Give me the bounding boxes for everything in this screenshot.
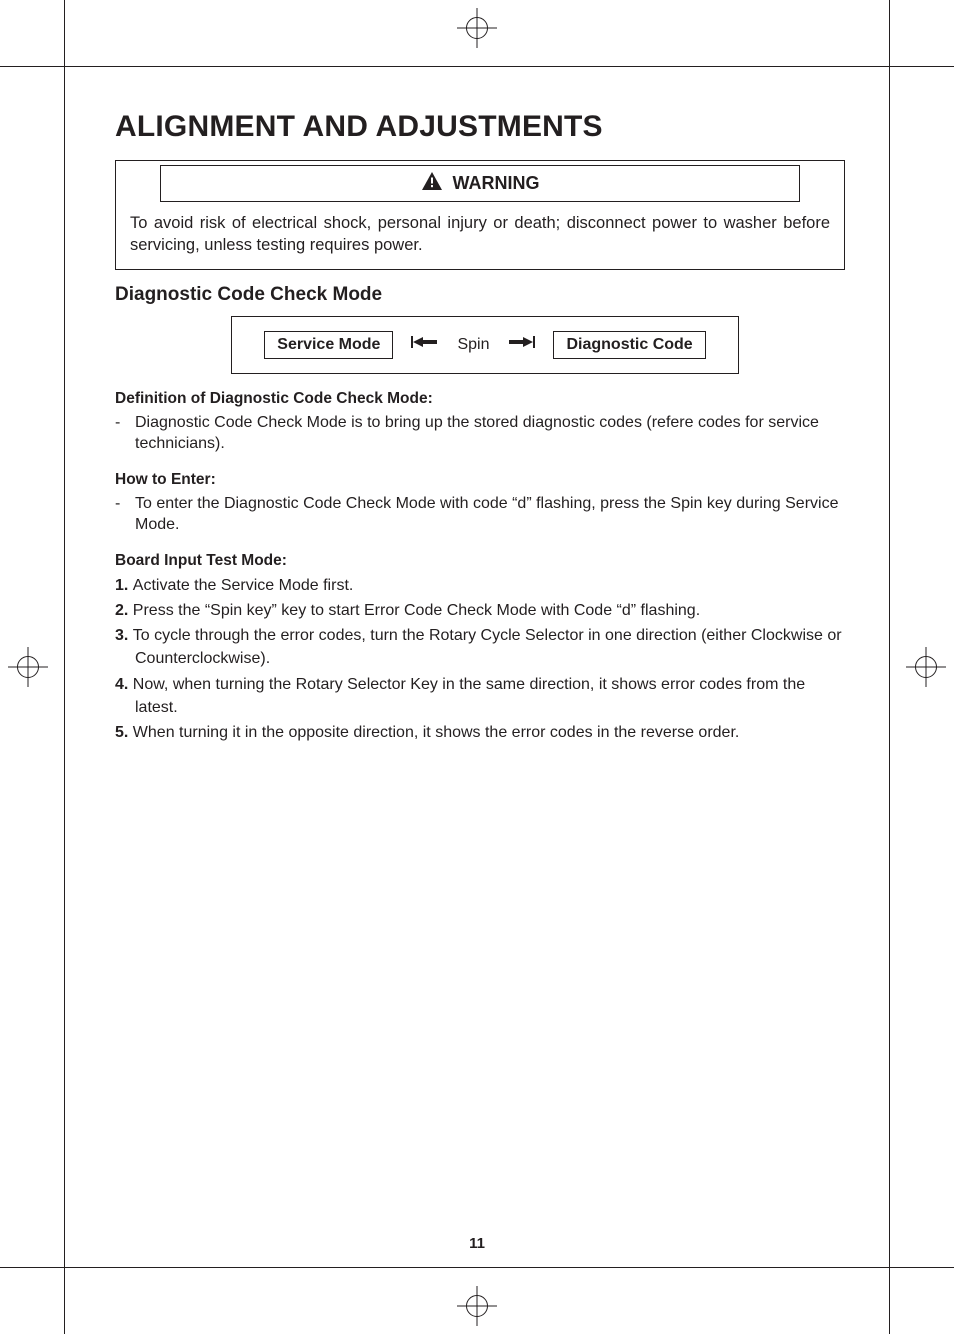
mode-flow-diagram: Service Mode Spin Diagnostic Code (231, 316, 739, 374)
page-title: ALIGNMENT AND ADJUSTMENTS (115, 110, 845, 144)
registration-mark-left-icon (8, 647, 48, 687)
service-mode-box: Service Mode (264, 331, 393, 359)
crop-line-right (889, 0, 890, 1334)
registration-mark-top-icon (457, 8, 497, 48)
content-area: ALIGNMENT AND ADJUSTMENTS WARNING To avo… (115, 110, 845, 746)
how-to-enter-heading: How to Enter: (115, 471, 845, 489)
page-root: ALIGNMENT AND ADJUSTMENTS WARNING To avo… (0, 0, 954, 1334)
crop-line-bottom (0, 1267, 954, 1268)
bullet-dash-icon: - (115, 412, 135, 455)
arrow-left-icon (411, 335, 439, 354)
step-item: 3. To cycle through the error codes, tur… (115, 624, 845, 670)
board-input-steps: 1. Activate the Service Mode first. 2. P… (115, 574, 845, 744)
definition-item: - Diagnostic Code Check Mode is to bring… (115, 412, 845, 455)
crop-line-top (0, 66, 954, 67)
crop-line-left (64, 0, 65, 1334)
how-to-enter-item: - To enter the Diagnostic Code Check Mod… (115, 493, 845, 536)
warning-triangle-icon (421, 171, 443, 196)
step-item: 4. Now, when turning the Rotary Selector… (115, 673, 845, 719)
bullet-dash-icon: - (115, 493, 135, 536)
step-text: Now, when turning the Rotary Selector Ke… (133, 676, 805, 716)
board-input-heading: Board Input Test Mode: (115, 552, 845, 570)
step-text: To cycle through the error codes, turn t… (133, 627, 842, 667)
step-text: Activate the Service Mode first. (133, 577, 354, 594)
arrow-right-icon (507, 335, 535, 354)
warning-text: To avoid risk of electrical shock, perso… (130, 212, 830, 257)
spin-label: Spin (457, 336, 489, 354)
step-item: 2. Press the “Spin key” key to start Err… (115, 599, 845, 622)
diagnostic-code-box: Diagnostic Code (553, 331, 705, 359)
definition-text: Diagnostic Code Check Mode is to bring u… (135, 412, 845, 455)
step-text: When turning it in the opposite directio… (133, 724, 740, 741)
diagnostic-heading: Diagnostic Code Check Mode (115, 284, 845, 306)
warning-heading: WARNING (160, 165, 800, 202)
registration-mark-right-icon (906, 647, 946, 687)
step-item: 5. When turning it in the opposite direc… (115, 721, 845, 744)
warning-label: WARNING (453, 173, 540, 194)
step-text: Press the “Spin key” key to start Error … (133, 602, 700, 619)
definition-heading: Definition of Diagnostic Code Check Mode… (115, 390, 845, 408)
step-item: 1. Activate the Service Mode first. (115, 574, 845, 597)
warning-box: WARNING To avoid risk of electrical shoc… (115, 160, 845, 270)
page-number: 11 (0, 1235, 954, 1252)
registration-mark-bottom-icon (457, 1286, 497, 1326)
how-to-enter-text: To enter the Diagnostic Code Check Mode … (135, 493, 845, 536)
